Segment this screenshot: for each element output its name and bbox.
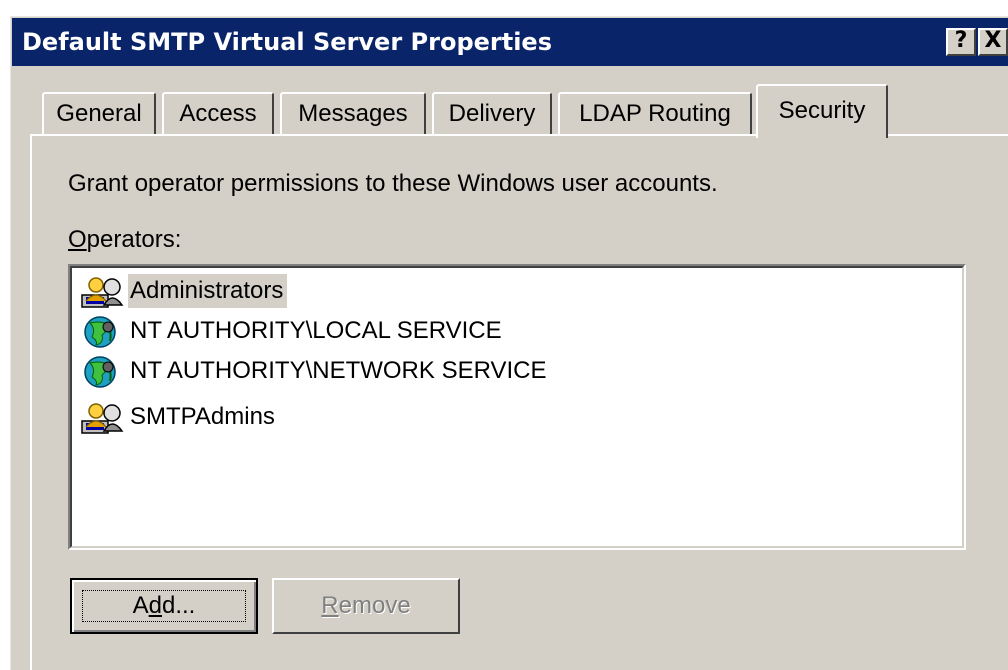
remove-label-end: emove [338, 592, 411, 619]
tab-label: Delivery [448, 100, 536, 127]
tab-messages[interactable]: Messages [280, 92, 426, 134]
title-bar[interactable]: Default SMTP Virtual Server Properties ?… [12, 18, 1008, 66]
operator-name: SMTPAdmins [130, 403, 275, 430]
help-button[interactable]: ? [946, 28, 976, 56]
operators-list[interactable]: Administrators NT AUTHORITY\LOCAL SERVIC… [68, 264, 966, 550]
tab-label: General [56, 100, 142, 127]
add-label-mnemonic: d [148, 592, 162, 619]
close-button[interactable]: X [978, 28, 1008, 56]
operator-name: Administrators [128, 274, 288, 308]
user-group-icon [81, 403, 124, 434]
operators-label-mnemonic: O [68, 226, 87, 253]
operator-name: NT AUTHORITY\LOCAL SERVICE [130, 317, 502, 344]
tab-delivery[interactable]: Delivery [432, 92, 552, 134]
tab-label: Access [179, 100, 257, 127]
tab-label: Messages [298, 100, 408, 127]
operators-label-text: perators: [86, 226, 182, 253]
remove-label-mnemonic: R [321, 592, 339, 619]
globe-icon [84, 316, 116, 348]
page: Default SMTP Virtual Server Properties ?… [0, 0, 1008, 670]
tab-ldap-routing[interactable]: LDAP Routing [558, 92, 752, 134]
tab-access[interactable]: Access [162, 92, 274, 134]
active-tab-join [758, 132, 884, 138]
window-title: Default SMTP Virtual Server Properties [22, 28, 552, 56]
permissions-description: Grant operator permissions to these Wind… [68, 170, 718, 197]
add-label-end: d... [162, 592, 196, 619]
tab-label: LDAP Routing [579, 100, 731, 127]
remove-button-label: Remove [321, 592, 410, 619]
add-button[interactable]: Add... [70, 578, 258, 634]
tab-label: Security [778, 97, 866, 124]
globe-icon [84, 356, 116, 388]
user-group-icon [81, 277, 124, 308]
tab-general[interactable]: General [42, 92, 156, 134]
operator-name: NT AUTHORITY\NETWORK SERVICE [130, 357, 547, 384]
remove-button[interactable]: Remove [272, 578, 460, 634]
add-button-label: Add... [133, 592, 196, 619]
add-label-start: A [132, 592, 149, 619]
tab-security[interactable]: Security [756, 84, 888, 138]
operators-label: Operators: [68, 226, 181, 254]
